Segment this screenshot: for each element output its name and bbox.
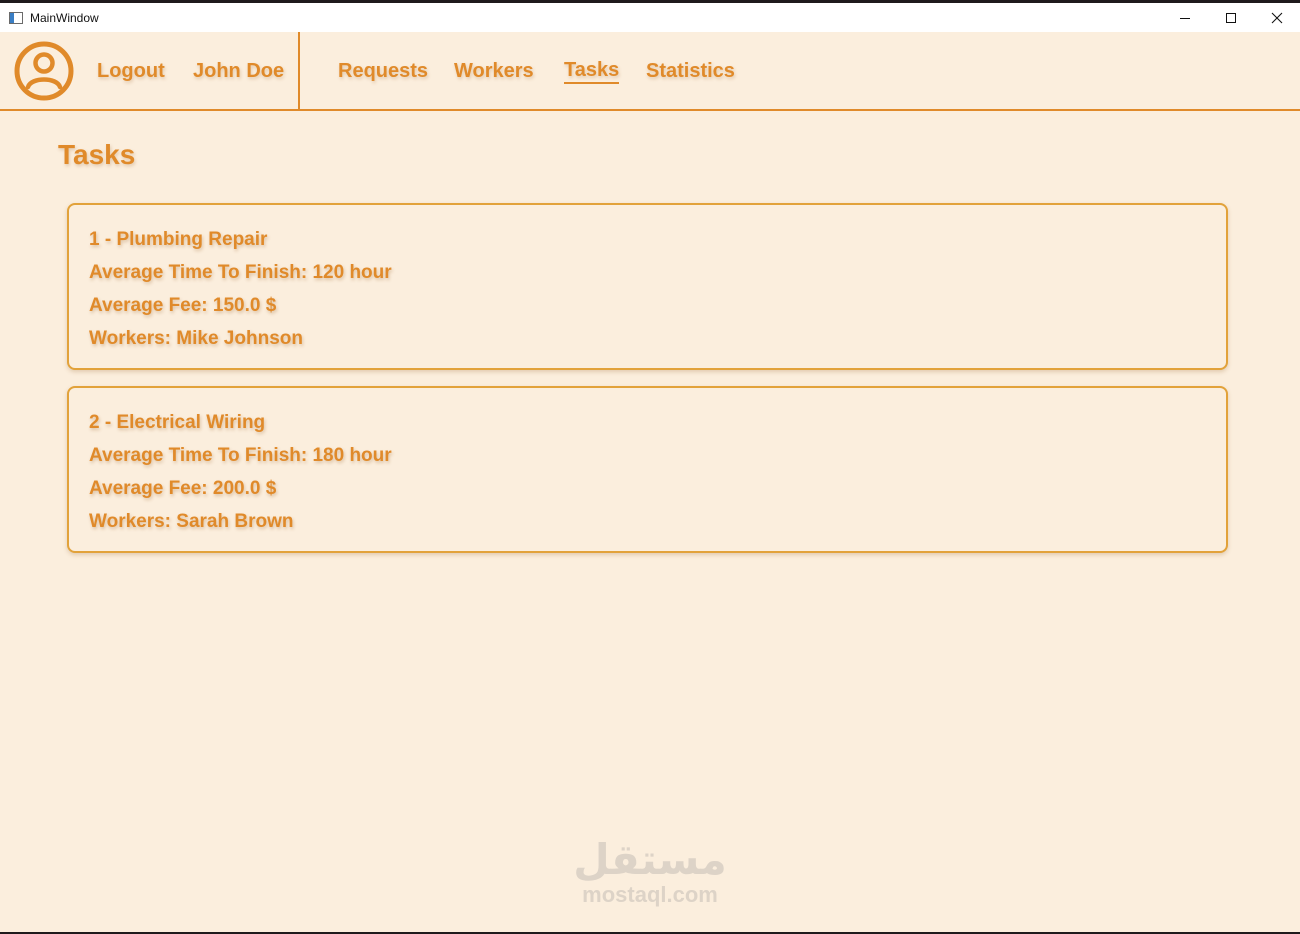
task-average-time: Average Time To Finish: 180 hour — [89, 445, 392, 466]
close-icon — [1271, 12, 1283, 23]
task-heading: 2 - Electrical Wiring — [89, 412, 266, 433]
tab-statistics[interactable]: Statistics — [646, 58, 735, 84]
nav-divider — [298, 32, 300, 109]
minimize-button[interactable] — [1162, 3, 1208, 32]
watermark-latin-text: mostaql.com — [582, 882, 718, 907]
maximize-icon — [1226, 12, 1236, 23]
task-workers: Workers: Sarah Brown — [89, 511, 294, 532]
tab-tasks[interactable]: Tasks — [564, 58, 620, 84]
tab-workers[interactable]: Workers — [454, 58, 534, 84]
task-workers: Workers: Mike Johnson — [89, 328, 303, 349]
task-average-time: Average Time To Finish: 120 hour — [89, 262, 392, 283]
watermark-arabic-text: مستقل — [573, 835, 727, 884]
navigation-bar: Logout John Doe Requests Workers Tasks S… — [0, 32, 1300, 111]
maximize-button[interactable] — [1208, 3, 1254, 32]
task-average-fee: Average Fee: 150.0 $ — [89, 295, 277, 316]
window-controls — [1162, 3, 1300, 32]
page-title: Tasks — [58, 139, 136, 170]
task-average-fee: Average Fee: 200.0 $ — [89, 478, 277, 499]
logout-link[interactable]: Logout — [97, 58, 165, 84]
close-button[interactable] — [1254, 3, 1300, 32]
tab-requests[interactable]: Requests — [338, 58, 428, 84]
title-bar: MainWindow — [0, 3, 1300, 32]
window-title: MainWindow — [30, 10, 99, 25]
minimize-icon — [1180, 17, 1190, 19]
task-card[interactable]: 1 - Plumbing Repair Average Time To Fini… — [67, 203, 1228, 370]
app-icon — [9, 11, 23, 24]
user-avatar-icon[interactable] — [14, 41, 74, 101]
watermark-logo: مستقل mostaql.com — [568, 836, 732, 906]
task-card[interactable]: 2 - Electrical Wiring Average Time To Fi… — [67, 386, 1228, 553]
task-heading: 1 - Plumbing Repair — [89, 229, 268, 250]
user-name-label: John Doe — [193, 60, 285, 82]
